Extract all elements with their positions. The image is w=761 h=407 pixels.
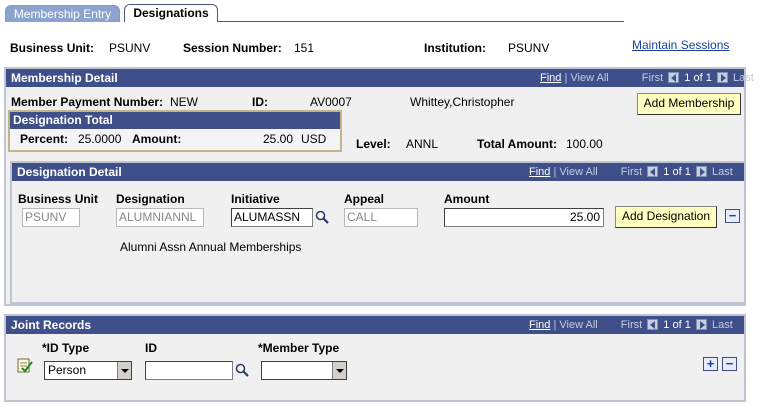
maintain-sessions-link[interactable]: Maintain Sessions [632, 38, 729, 52]
amount-field[interactable]: 25.00 [444, 208, 604, 227]
last-link[interactable]: Last [712, 319, 733, 331]
joint-records-nav: Find | View All First 1 of 1 Last [529, 319, 733, 331]
designation-detail-section: Designation Detail Find | View All First… [10, 161, 746, 304]
joint-records-title: Joint Records [11, 318, 92, 332]
next-arrow-icon[interactable] [716, 72, 728, 83]
institution-value: PSUNV [508, 41, 550, 55]
previous-arrow-icon[interactable] [647, 166, 659, 177]
total-amount-label: Total Amount: [477, 137, 557, 151]
designation-description: Alumni Assn Annual Memberships [120, 240, 302, 254]
tab-underline [218, 21, 624, 22]
previous-arrow-icon[interactable] [647, 319, 659, 330]
col-id-type: *ID Type [42, 341, 90, 355]
dropdown-arrow-icon[interactable] [332, 362, 346, 379]
pager-text: 1 of 1 [663, 166, 691, 178]
amount-label: Amount: [132, 132, 182, 146]
tab-designations[interactable]: Designations [124, 4, 218, 22]
row-edit-icon[interactable] [17, 358, 33, 374]
view-all-link[interactable]: View All [559, 319, 597, 331]
institution-label: Institution: [424, 41, 486, 55]
last-link[interactable]: Last [712, 166, 733, 178]
membership-detail-header: Membership Detail Find | View All First … [6, 69, 754, 87]
first-link[interactable]: First [642, 72, 663, 84]
business-unit-label: Business Unit: [10, 41, 95, 55]
session-number-label: Session Number: [183, 41, 282, 55]
percent-value: 25.0000 [78, 132, 122, 146]
id-value: AV0007 [310, 95, 352, 109]
add-membership-button[interactable]: Add Membership [637, 93, 741, 115]
level-value: ANNL [406, 137, 439, 151]
business-unit-value: PSUNV [109, 41, 151, 55]
designation-detail-nav: Find | View All First 1 of 1 Last [529, 166, 733, 178]
add-joint-row-icon[interactable]: + [703, 357, 718, 371]
member-name: Whittey,Christopher [410, 95, 515, 109]
next-arrow-icon[interactable] [695, 319, 707, 330]
find-link[interactable]: Find [529, 319, 550, 331]
add-designation-button[interactable]: Add Designation [615, 206, 717, 228]
percent-label: Percent: [20, 132, 69, 146]
joint-records-header: Joint Records Find | View All First 1 of… [6, 316, 744, 334]
col-initiative: Initiative [231, 192, 280, 206]
pager-text: 1 of 1 [663, 319, 691, 331]
col-id: ID [145, 341, 157, 355]
amount-value: 25.00 [263, 132, 294, 146]
next-arrow-icon[interactable] [695, 166, 707, 177]
id-type-select[interactable]: Person [44, 361, 132, 380]
id-type-value: Person [48, 363, 87, 377]
view-all-link[interactable]: View All [570, 72, 608, 84]
total-amount-value: 100.00 [566, 137, 603, 151]
initiative-field[interactable]: ALUMASSN [231, 208, 313, 227]
find-link[interactable]: Find [529, 166, 550, 178]
joint-id-lookup-icon[interactable] [235, 363, 249, 377]
col-business-unit: Business Unit [18, 192, 99, 206]
session-number-value: 151 [294, 41, 315, 55]
dropdown-arrow-icon[interactable] [117, 362, 131, 379]
joint-id-field[interactable] [145, 361, 233, 380]
member-payment-number-label: Member Payment Number: [11, 95, 164, 109]
designation-field: ALUMNIANNL [116, 208, 204, 227]
designation-detail-title: Designation Detail [17, 165, 122, 179]
pager-text: 1 of 1 [684, 72, 712, 84]
designation-total-title: Designation Total [10, 112, 340, 129]
previous-arrow-icon[interactable] [668, 72, 680, 83]
col-appeal: Appeal [344, 192, 385, 206]
membership-detail-nav: Find | View All First 1 of 1 Last [540, 72, 754, 84]
first-link[interactable]: First [621, 319, 642, 331]
tab-membership-entry[interactable]: Membership Entry [5, 5, 120, 22]
level-label: Level: [356, 137, 391, 151]
col-designation: Designation [116, 192, 185, 206]
first-link[interactable]: First [621, 166, 642, 178]
member-type-select[interactable] [261, 361, 347, 380]
remove-designation-row-icon[interactable]: − [725, 209, 740, 223]
last-link[interactable]: Last [733, 72, 754, 84]
joint-records-section: Joint Records Find | View All First 1 of… [4, 314, 746, 402]
initiative-lookup-icon[interactable] [315, 210, 329, 224]
find-link[interactable]: Find [540, 72, 561, 84]
col-amount: Amount [444, 192, 490, 206]
currency-code: USD [301, 132, 327, 146]
col-member-type: *Member Type [258, 341, 340, 355]
designation-detail-header: Designation Detail Find | View All First… [12, 163, 744, 181]
view-all-link[interactable]: View All [559, 166, 597, 178]
appeal-field: CALL [344, 208, 418, 227]
member-payment-number-value: NEW [170, 95, 198, 109]
remove-joint-row-icon[interactable]: − [722, 357, 737, 371]
business-unit-field: PSUNV [22, 208, 80, 227]
id-label: ID: [252, 95, 268, 109]
membership-detail-title: Membership Detail [11, 71, 118, 85]
